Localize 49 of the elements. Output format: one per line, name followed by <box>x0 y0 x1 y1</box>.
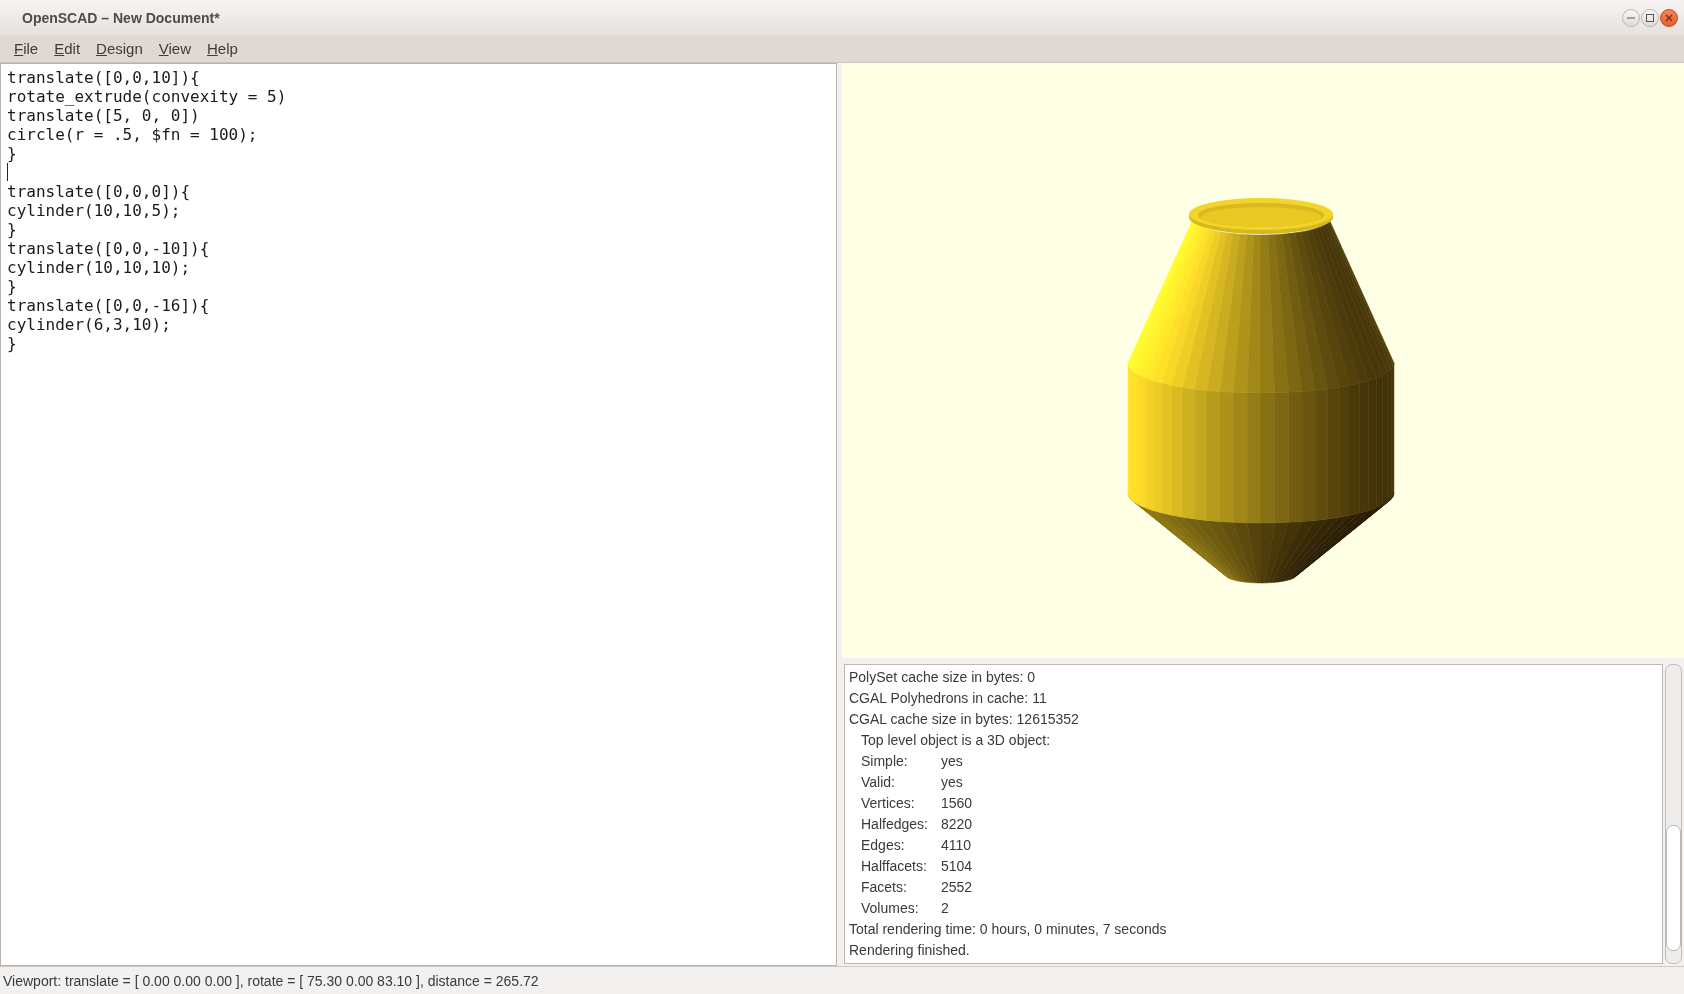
code-line: rotate_extrude(convexity = 5) <box>7 87 287 106</box>
stat-label: Volumes: <box>861 899 920 918</box>
code-line: translate([0,0,-10]){ <box>7 239 210 258</box>
stat-value: 4110 <box>941 836 972 855</box>
stat-label: Edges: <box>861 836 906 855</box>
maximize-icon <box>1646 13 1654 22</box>
code-line: translate([0,0,10]){ <box>7 68 200 87</box>
status-text: Viewport: translate = [ 0.00 0.00 0.00 ], rotate = [ 75.30 0.00 83.10 ], distance = 265.72 <box>3 972 539 989</box>
code-line: cylinder(10,10,5); <box>7 201 181 220</box>
menu-item[interactable]: Design <box>88 37 151 60</box>
code-line: } <box>7 277 17 296</box>
code-line: circle(r = .5, $fn = 100); <box>7 125 258 144</box>
scrollbar-thumb[interactable] <box>1666 825 1681 951</box>
stat-label: Halffacets: <box>861 857 928 876</box>
close-icon <box>1665 13 1673 22</box>
stat-value: 2552 <box>941 878 973 897</box>
stat-label: Valid: <box>861 773 896 792</box>
console-line: CGAL Polyhedrons in cache: 11 <box>849 689 1047 708</box>
menu-item[interactable]: View <box>150 37 199 60</box>
console-line: Total rendering time: 0 hours, 0 minutes, 7 seconds <box>849 920 1167 939</box>
stat-label: Facets: <box>861 878 908 897</box>
stat-value: 5104 <box>941 857 973 876</box>
code-line: } <box>7 144 17 163</box>
close-button[interactable] <box>1660 8 1678 27</box>
menu-item[interactable]: Edit <box>46 37 89 60</box>
maximize-button[interactable] <box>1641 8 1659 27</box>
stat-label: Vertices: <box>861 794 916 813</box>
code-line: translate([0,0,-16]){ <box>7 296 210 315</box>
stat-label: Simple: <box>861 752 909 771</box>
stat-value: 2 <box>941 899 949 918</box>
scrollbar[interactable] <box>1665 664 1682 964</box>
code-line: } <box>7 334 17 353</box>
console-line: CGAL cache size in bytes: 12615352 <box>849 710 1079 729</box>
window-title: OpenSCAD – New Document* <box>22 9 221 26</box>
console-line: Top level object is a 3D object: <box>861 731 1051 750</box>
code-line: } <box>7 220 17 239</box>
code-line: cylinder(10,10,10); <box>7 258 191 277</box>
console-line: PolySet cache size in bytes: 0 <box>849 668 1035 687</box>
stat-label: Halfedges: <box>861 815 929 834</box>
menu-item[interactable]: File <box>6 37 47 60</box>
code-line: translate([0,0,0]){ <box>7 182 191 201</box>
console-line: Rendering finished. <box>849 941 970 960</box>
stat-value: yes <box>941 773 963 792</box>
code-line: cylinder(6,3,10); <box>7 315 171 334</box>
stat-value: yes <box>941 752 963 771</box>
menu-item[interactable]: Help <box>199 37 246 60</box>
stat-value: 8220 <box>941 815 973 834</box>
stat-value: 1560 <box>941 794 973 813</box>
code-line: translate([5, 0, 0]) <box>7 106 200 125</box>
